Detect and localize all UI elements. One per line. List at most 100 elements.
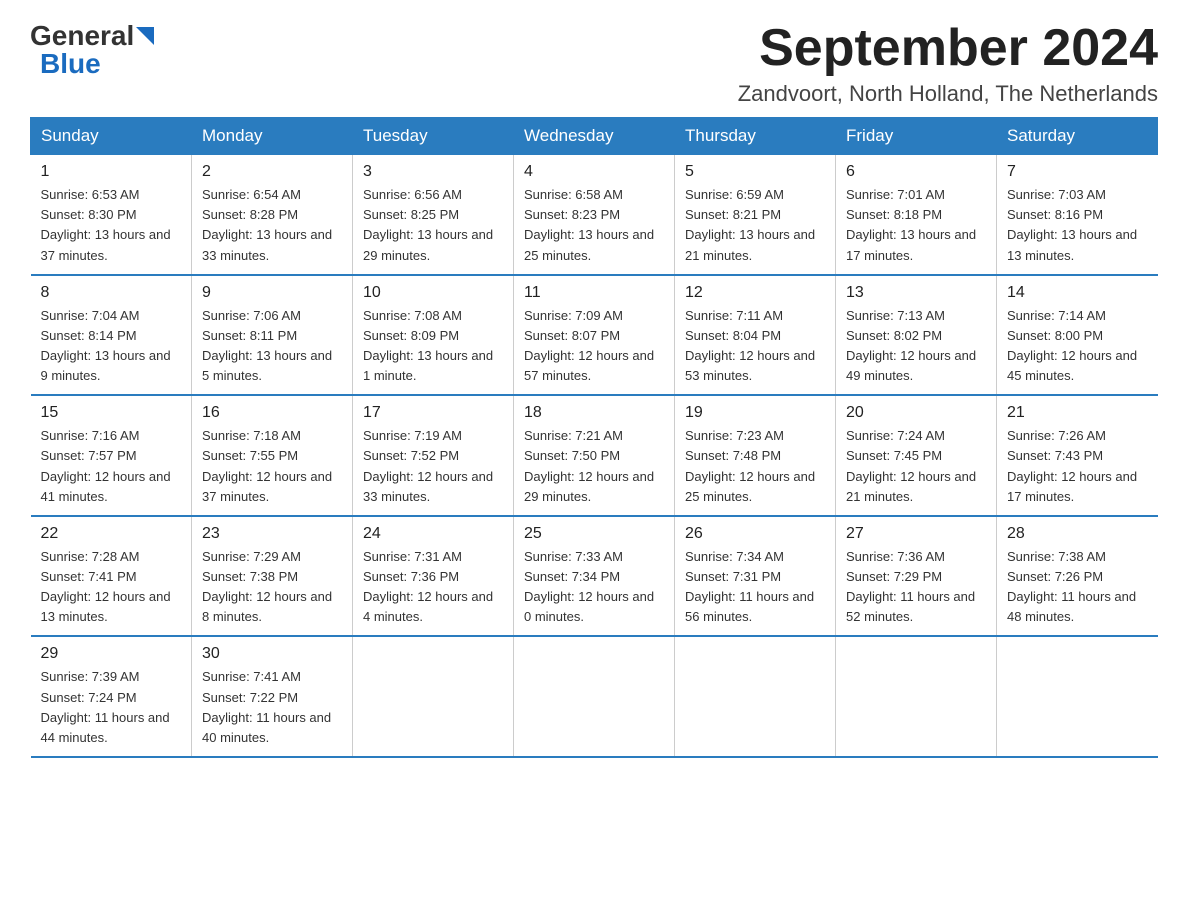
calendar-week-row: 8Sunrise: 7:04 AMSunset: 8:14 PMDaylight… xyxy=(31,275,1158,396)
day-info: Sunrise: 7:23 AMSunset: 7:48 PMDaylight:… xyxy=(685,426,825,507)
calendar-cell: 30 Sunrise: 7:41 AMSunset: 7:22 PMDayligh… xyxy=(192,636,353,757)
day-info: Sunrise: 7:01 AMSunset: 8:18 PMDaylight:… xyxy=(846,185,986,266)
weekday-header-friday: Friday xyxy=(836,118,997,155)
day-number: 28 xyxy=(1007,525,1148,543)
calendar-cell: 19 Sunrise: 7:23 AMSunset: 7:48 PMDayligh… xyxy=(675,395,836,516)
day-info: Sunrise: 7:39 AMSunset: 7:24 PMDaylight:… xyxy=(41,667,182,748)
day-info: Sunrise: 7:29 AMSunset: 7:38 PMDaylight:… xyxy=(202,547,342,628)
day-info: Sunrise: 6:58 AMSunset: 8:23 PMDaylight:… xyxy=(524,185,664,266)
title-area: September 2024 Zandvoort, North Holland,… xyxy=(738,20,1158,107)
weekday-header-monday: Monday xyxy=(192,118,353,155)
calendar-week-row: 15 Sunrise: 7:16 AMSunset: 7:57 PMDayligh… xyxy=(31,395,1158,516)
calendar-cell: 23 Sunrise: 7:29 AMSunset: 7:38 PMDayligh… xyxy=(192,516,353,637)
day-number: 5 xyxy=(685,163,825,181)
day-info: Sunrise: 6:53 AMSunset: 8:30 PMDaylight:… xyxy=(41,185,182,266)
day-number: 3 xyxy=(363,163,503,181)
day-info: Sunrise: 7:16 AMSunset: 7:57 PMDaylight:… xyxy=(41,426,182,507)
calendar-cell: 13 Sunrise: 7:13 AMSunset: 8:02 PMDayligh… xyxy=(836,275,997,396)
calendar-cell: 5Sunrise: 6:59 AMSunset: 8:21 PMDaylight… xyxy=(675,155,836,275)
calendar-cell: 14 Sunrise: 7:14 AMSunset: 8:00 PMDayligh… xyxy=(997,275,1158,396)
day-number: 6 xyxy=(846,163,986,181)
calendar-cell: 29 Sunrise: 7:39 AMSunset: 7:24 PMDayligh… xyxy=(31,636,192,757)
calendar-week-row: 1Sunrise: 6:53 AMSunset: 8:30 PMDaylight… xyxy=(31,155,1158,275)
calendar-week-row: 22 Sunrise: 7:28 AMSunset: 7:41 PMDayligh… xyxy=(31,516,1158,637)
calendar-cell xyxy=(675,636,836,757)
day-number: 26 xyxy=(685,525,825,543)
day-number: 15 xyxy=(41,404,182,422)
calendar-cell: 25 Sunrise: 7:33 AMSunset: 7:34 PMDayligh… xyxy=(514,516,675,637)
weekday-header-sunday: Sunday xyxy=(31,118,192,155)
calendar-cell: 9 Sunrise: 7:06 AMSunset: 8:11 PMDaylight… xyxy=(192,275,353,396)
day-number: 16 xyxy=(202,404,342,422)
calendar-week-row: 29 Sunrise: 7:39 AMSunset: 7:24 PMDayligh… xyxy=(31,636,1158,757)
month-title: September 2024 xyxy=(738,20,1158,77)
calendar-cell: 26 Sunrise: 7:34 AMSunset: 7:31 PMDayligh… xyxy=(675,516,836,637)
calendar-cell: 16 Sunrise: 7:18 AMSunset: 7:55 PMDayligh… xyxy=(192,395,353,516)
calendar-cell xyxy=(353,636,514,757)
day-number: 30 xyxy=(202,645,342,663)
weekday-header-wednesday: Wednesday xyxy=(514,118,675,155)
day-info: Sunrise: 7:26 AMSunset: 7:43 PMDaylight:… xyxy=(1007,426,1148,507)
day-number: 9 xyxy=(202,284,342,302)
day-number: 18 xyxy=(524,404,664,422)
day-info: Sunrise: 7:31 AMSunset: 7:36 PMDaylight:… xyxy=(363,547,503,628)
calendar-header-row: SundayMondayTuesdayWednesdayThursdayFrid… xyxy=(31,118,1158,155)
day-number: 23 xyxy=(202,525,342,543)
calendar-cell: 1Sunrise: 6:53 AMSunset: 8:30 PMDaylight… xyxy=(31,155,192,275)
location-subtitle: Zandvoort, North Holland, The Netherland… xyxy=(738,81,1158,107)
calendar-cell: 15 Sunrise: 7:16 AMSunset: 7:57 PMDayligh… xyxy=(31,395,192,516)
calendar-cell: 22 Sunrise: 7:28 AMSunset: 7:41 PMDayligh… xyxy=(31,516,192,637)
day-number: 8 xyxy=(41,284,182,302)
logo: General Blue xyxy=(30,20,154,80)
day-info: Sunrise: 7:14 AMSunset: 8:00 PMDaylight:… xyxy=(1007,306,1148,387)
day-number: 29 xyxy=(41,645,182,663)
calendar-cell: 28 Sunrise: 7:38 AMSunset: 7:26 PMDayligh… xyxy=(997,516,1158,637)
weekday-header-saturday: Saturday xyxy=(997,118,1158,155)
day-number: 7 xyxy=(1007,163,1148,181)
day-info: Sunrise: 7:11 AMSunset: 8:04 PMDaylight:… xyxy=(685,306,825,387)
day-number: 12 xyxy=(685,284,825,302)
day-number: 14 xyxy=(1007,284,1148,302)
day-info: Sunrise: 7:24 AMSunset: 7:45 PMDaylight:… xyxy=(846,426,986,507)
day-info: Sunrise: 7:28 AMSunset: 7:41 PMDaylight:… xyxy=(41,547,182,628)
calendar-cell xyxy=(836,636,997,757)
logo-blue-text: Blue xyxy=(40,48,101,80)
calendar-cell: 18Sunrise: 7:21 AMSunset: 7:50 PMDayligh… xyxy=(514,395,675,516)
calendar-cell: 20 Sunrise: 7:24 AMSunset: 7:45 PMDayligh… xyxy=(836,395,997,516)
day-number: 4 xyxy=(524,163,664,181)
day-info: Sunrise: 7:38 AMSunset: 7:26 PMDaylight:… xyxy=(1007,547,1148,628)
day-info: Sunrise: 6:56 AMSunset: 8:25 PMDaylight:… xyxy=(363,185,503,266)
day-number: 27 xyxy=(846,525,986,543)
day-number: 25 xyxy=(524,525,664,543)
page-header: General Blue September 2024 Zandvoort, N… xyxy=(30,20,1158,107)
calendar-cell: 21 Sunrise: 7:26 AMSunset: 7:43 PMDayligh… xyxy=(997,395,1158,516)
day-info: Sunrise: 7:13 AMSunset: 8:02 PMDaylight:… xyxy=(846,306,986,387)
day-number: 20 xyxy=(846,404,986,422)
calendar-cell xyxy=(514,636,675,757)
day-info: Sunrise: 7:36 AMSunset: 7:29 PMDaylight:… xyxy=(846,547,986,628)
calendar-cell: 7 Sunrise: 7:03 AMSunset: 8:16 PMDaylight… xyxy=(997,155,1158,275)
calendar-cell: 6 Sunrise: 7:01 AMSunset: 8:18 PMDaylight… xyxy=(836,155,997,275)
day-info: Sunrise: 7:09 AMSunset: 8:07 PMDaylight:… xyxy=(524,306,664,387)
day-number: 13 xyxy=(846,284,986,302)
calendar-cell: 8Sunrise: 7:04 AMSunset: 8:14 PMDaylight… xyxy=(31,275,192,396)
day-info: Sunrise: 7:19 AMSunset: 7:52 PMDaylight:… xyxy=(363,426,503,507)
day-info: Sunrise: 7:03 AMSunset: 8:16 PMDaylight:… xyxy=(1007,185,1148,266)
day-info: Sunrise: 7:34 AMSunset: 7:31 PMDaylight:… xyxy=(685,547,825,628)
calendar-cell: 4 Sunrise: 6:58 AMSunset: 8:23 PMDaylight… xyxy=(514,155,675,275)
day-info: Sunrise: 7:06 AMSunset: 8:11 PMDaylight:… xyxy=(202,306,342,387)
day-number: 22 xyxy=(41,525,182,543)
day-info: Sunrise: 7:33 AMSunset: 7:34 PMDaylight:… xyxy=(524,547,664,628)
day-number: 19 xyxy=(685,404,825,422)
calendar-cell: 2 Sunrise: 6:54 AMSunset: 8:28 PMDaylight… xyxy=(192,155,353,275)
weekday-header-tuesday: Tuesday xyxy=(353,118,514,155)
day-info: Sunrise: 7:41 AMSunset: 7:22 PMDaylight:… xyxy=(202,667,342,748)
calendar-cell: 17Sunrise: 7:19 AMSunset: 7:52 PMDayligh… xyxy=(353,395,514,516)
day-number: 21 xyxy=(1007,404,1148,422)
day-info: Sunrise: 7:18 AMSunset: 7:55 PMDaylight:… xyxy=(202,426,342,507)
day-info: Sunrise: 7:08 AMSunset: 8:09 PMDaylight:… xyxy=(363,306,503,387)
day-number: 10 xyxy=(363,284,503,302)
day-info: Sunrise: 6:54 AMSunset: 8:28 PMDaylight:… xyxy=(202,185,342,266)
calendar-cell: 24Sunrise: 7:31 AMSunset: 7:36 PMDayligh… xyxy=(353,516,514,637)
day-number: 2 xyxy=(202,163,342,181)
